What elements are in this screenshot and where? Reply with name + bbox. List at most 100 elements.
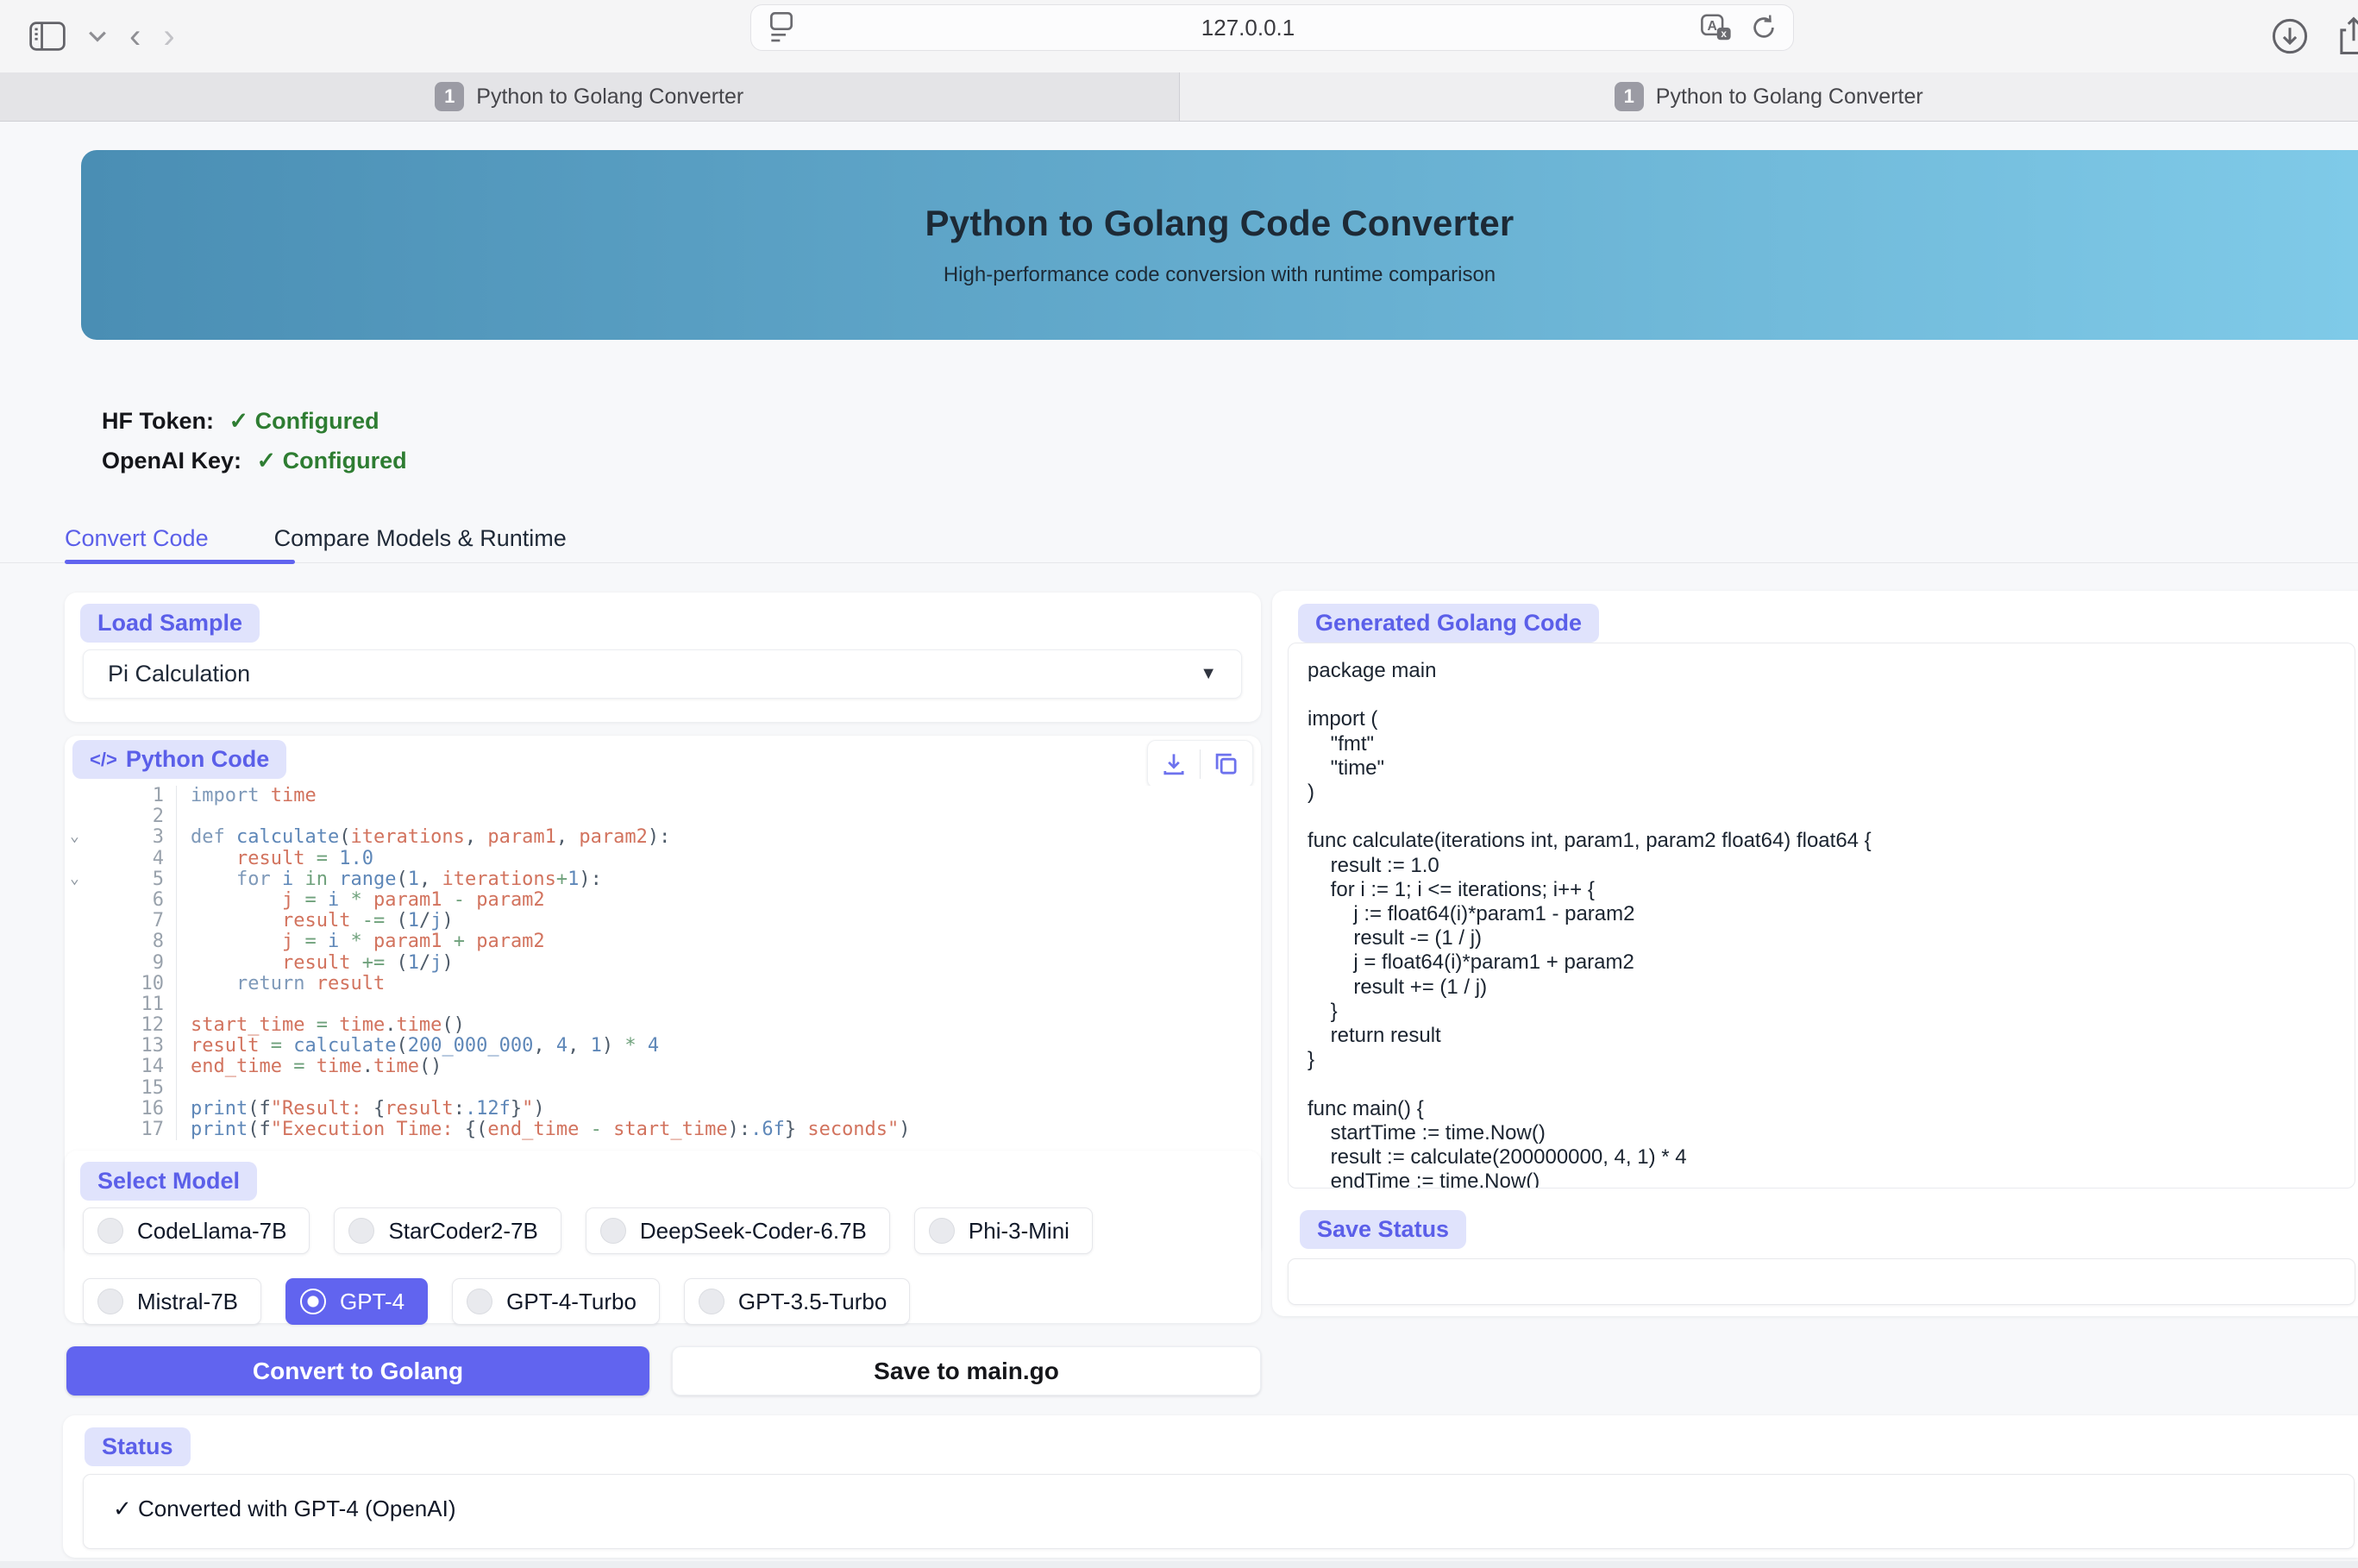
line-number: 16 [141, 1099, 165, 1120]
golang-code-label-text: Generated Golang Code [1315, 610, 1582, 637]
model-option-label: CodeLlama-7B [137, 1218, 286, 1245]
line-gutter: 14 [65, 1057, 177, 1077]
tab-compare-models-runtime[interactable]: Compare Models & Runtime [274, 525, 567, 571]
code-text [177, 1078, 191, 1099]
download-code-icon[interactable] [1160, 750, 1188, 778]
hf-token-status: HF Token: ✓ Configured [102, 408, 379, 435]
select-model-label: Select Model [80, 1162, 257, 1201]
line-number: 6 [153, 890, 164, 911]
line-gutter: ⌄5 [65, 869, 177, 890]
line-number: 12 [141, 1015, 165, 1036]
dropdown-arrow-icon: ▼ [1200, 664, 1217, 684]
forward-button[interactable]: › [163, 19, 174, 53]
model-option-gpt-3-5-turbo[interactable]: GPT-3.5-Turbo [684, 1278, 910, 1325]
model-option-mistral-7b[interactable]: Mistral-7B [83, 1278, 261, 1325]
tab-badge: 1 [435, 82, 464, 111]
share-icon[interactable] [2334, 15, 2358, 58]
load-sample-label: Load Sample [80, 604, 260, 643]
browser-tab[interactable]: 1 Python to Golang Converter [1180, 72, 2358, 121]
openai-key-label: OpenAI Key: [102, 448, 241, 474]
convert-button[interactable]: Convert to Golang [66, 1346, 649, 1396]
golang-code-label: Generated Golang Code [1298, 604, 1599, 643]
status-section: Status ✓ Converted with GPT-4 (OpenAI) [63, 1415, 2358, 1558]
line-number: 4 [153, 849, 164, 869]
model-option-codellama-7b[interactable]: CodeLlama-7B [83, 1207, 310, 1254]
browser-tab-strip: 1Python to Golang Converter1Python to Go… [0, 72, 2358, 122]
tab-badge: 1 [1615, 82, 1644, 111]
line-number: 5 [153, 869, 164, 890]
code-text: print(f"Result: {result:.12f}") [177, 1099, 545, 1120]
tab-convert-code[interactable]: Convert Code [65, 525, 209, 571]
line-number: 9 [153, 953, 164, 974]
sidebar-toggle-icon[interactable] [29, 22, 66, 51]
line-number: 17 [141, 1120, 165, 1140]
fold-chevron-icon[interactable]: ⌄ [70, 826, 79, 847]
sample-dropdown[interactable]: Pi Calculation ▼ [83, 649, 1242, 699]
radio-icon [467, 1289, 492, 1314]
radio-icon [97, 1289, 123, 1314]
page-content: Python to Golang Code Converter High-per… [0, 122, 2358, 1568]
model-option-gpt-4[interactable]: GPT-4 [285, 1278, 428, 1325]
line-gutter: 12 [65, 1015, 177, 1036]
model-option-label: GPT-3.5-Turbo [738, 1289, 887, 1315]
line-number: 10 [141, 974, 165, 994]
model-option-label: Mistral-7B [137, 1289, 238, 1315]
code-line: 10 return result [65, 974, 1259, 994]
model-option-gpt-4-turbo[interactable]: GPT-4-Turbo [452, 1278, 660, 1325]
code-line: 8 j = i * param1 + param2 [65, 931, 1259, 952]
model-option-label: GPT-4 [340, 1289, 404, 1315]
address-bar[interactable]: 127.0.0.1 A x [750, 4, 1794, 51]
model-option-deepseek-coder-6-7b[interactable]: DeepSeek-Coder-6.7B [586, 1207, 890, 1254]
model-option-phi-3-mini[interactable]: Phi-3-Mini [914, 1207, 1093, 1254]
active-tab-underline [65, 560, 295, 564]
code-text [177, 806, 191, 827]
line-gutter: 8 [65, 931, 177, 952]
code-line: 11 [65, 994, 1259, 1015]
status-label-text: Status [102, 1433, 173, 1460]
model-option-starcoder2-7b[interactable]: StarCoder2-7B [334, 1207, 561, 1254]
code-text: result += (1/j) [177, 953, 454, 974]
save-status-label-text: Save Status [1317, 1216, 1449, 1243]
tab-title: Python to Golang Converter [1656, 85, 1923, 110]
line-number: 1 [153, 786, 164, 806]
code-text [177, 994, 191, 1015]
line-gutter: 10 [65, 974, 177, 994]
load-sample-label-text: Load Sample [97, 610, 242, 637]
chevron-down-icon[interactable] [88, 30, 107, 42]
back-button[interactable]: ‹ [129, 19, 141, 53]
code-text: j = i * param1 + param2 [177, 931, 545, 952]
code-text: return result [177, 974, 385, 994]
code-line: 17print(f"Execution Time: {(end_time - s… [65, 1120, 1259, 1140]
copy-code-icon[interactable] [1213, 750, 1240, 778]
reload-icon[interactable] [1750, 13, 1778, 42]
save-button-label: Save to main.go [874, 1358, 1059, 1385]
page-icon[interactable] [767, 10, 796, 45]
code-line: 1import time [65, 786, 1259, 806]
code-text: for i in range(1, iterations+1): [177, 869, 602, 890]
python-code-label: </> Python Code [72, 740, 286, 779]
code-line: 7 result -= (1/j) [65, 911, 1259, 931]
code-text: result = 1.0 [177, 849, 373, 869]
browser-tab[interactable]: 1Python to Golang Converter [0, 72, 1180, 121]
translate-icon[interactable]: A x [1700, 13, 1733, 42]
code-text: result = calculate(200_000_000, 4, 1) * … [177, 1036, 659, 1057]
code-line: 12start_time = time.time() [65, 1015, 1259, 1036]
line-number: 7 [153, 911, 164, 931]
save-status-box [1288, 1258, 2355, 1305]
save-button[interactable]: Save to main.go [672, 1346, 1261, 1396]
fold-chevron-icon[interactable]: ⌄ [70, 869, 79, 889]
code-line: 6 j = i * param1 - param2 [65, 890, 1259, 911]
model-option-label: GPT-4-Turbo [506, 1289, 637, 1315]
status-box: ✓ Converted with GPT-4 (OpenAI) [83, 1474, 2355, 1549]
code-line: 15 [65, 1078, 1259, 1099]
model-option-label: DeepSeek-Coder-6.7B [640, 1218, 867, 1245]
line-gutter: 6 [65, 890, 177, 911]
status-message: ✓ Converted with GPT-4 (OpenAI) [113, 1496, 456, 1522]
downloads-icon[interactable] [2270, 16, 2310, 56]
line-gutter: 13 [65, 1036, 177, 1057]
code-text: result -= (1/j) [177, 911, 454, 931]
code-line: 9 result += (1/j) [65, 953, 1259, 974]
app-tabs: Convert Code Compare Models & Runtime [65, 525, 567, 571]
line-gutter: 7 [65, 911, 177, 931]
golang-code-box[interactable]: package main import ( "fmt" "time" ) fun… [1288, 643, 2355, 1189]
